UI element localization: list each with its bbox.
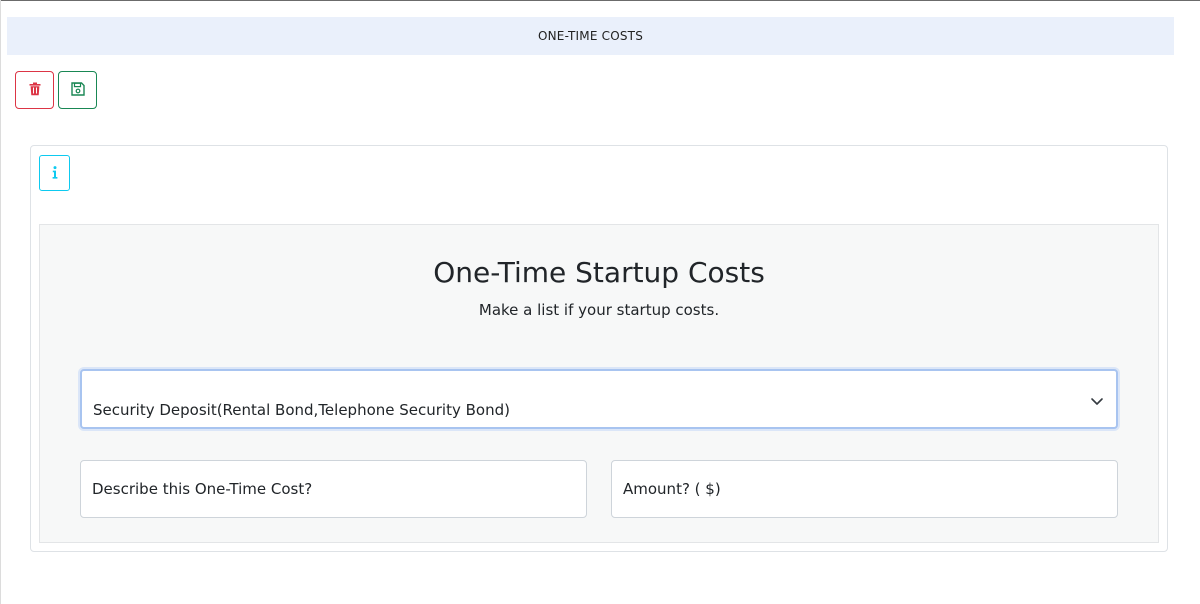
section-header-title: ONE-TIME COSTS [537, 29, 644, 43]
cost-type-select[interactable]: Security Deposit(Rental Bond,Telephone S… [80, 369, 1118, 429]
cost-type-selected-value: Security Deposit(Rental Bond,Telephone S… [93, 401, 510, 419]
info-button[interactable] [39, 155, 70, 191]
left-border [0, 0, 1, 604]
info-icon [52, 164, 58, 183]
startup-costs-form: One-Time Startup Costs Make a list if yo… [39, 224, 1159, 543]
section-header: ONE-TIME COSTS [7, 17, 1174, 55]
cost-description-field[interactable]: Describe this One-Time Cost? [80, 460, 587, 518]
form-subtitle: Make a list if your startup costs. [478, 301, 720, 319]
cost-amount-field[interactable]: Amount? ( $) [611, 460, 1118, 518]
startup-costs-card: One-Time Startup Costs Make a list if yo… [30, 145, 1168, 552]
save-button[interactable] [58, 71, 97, 109]
delete-button[interactable] [15, 71, 54, 109]
floppy-disk-icon [70, 81, 85, 100]
cost-description-label: Describe this One-Time Cost? [92, 480, 313, 498]
top-border [0, 0, 1200, 1]
form-title: One-Time Startup Costs [433, 256, 765, 289]
chevron-down-icon [1090, 393, 1104, 407]
trash-icon [29, 81, 41, 100]
cost-amount-label: Amount? ( $) [623, 480, 721, 498]
